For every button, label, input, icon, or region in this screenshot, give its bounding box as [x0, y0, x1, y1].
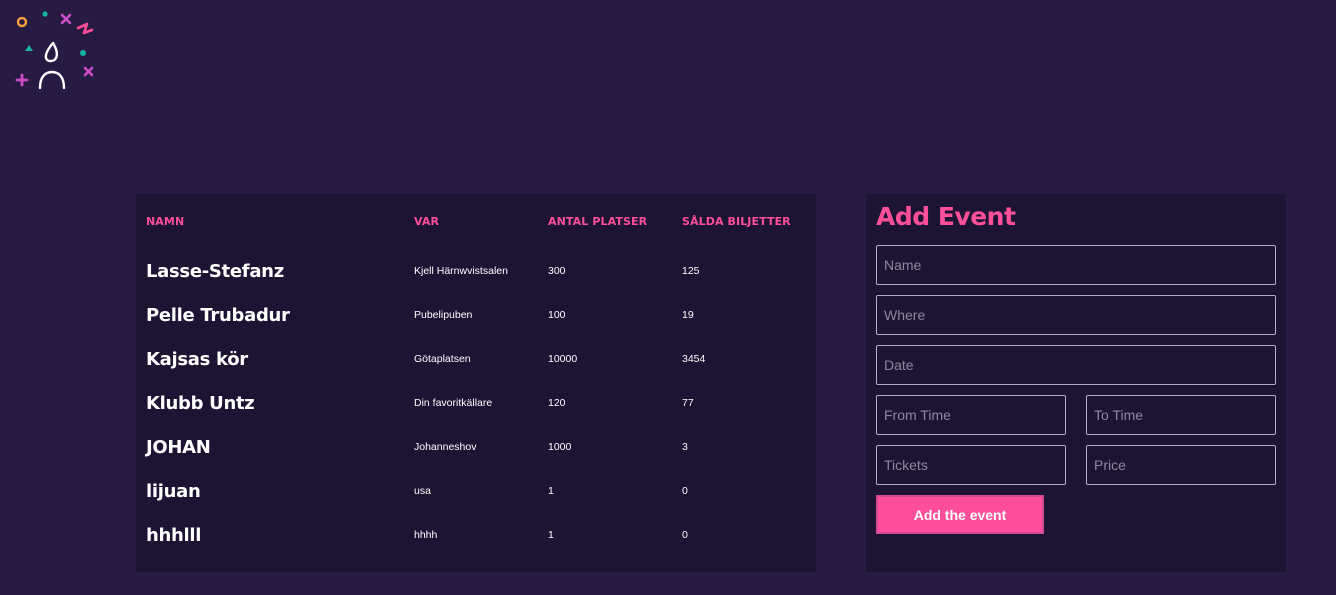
- event-seats: 100: [548, 309, 566, 321]
- table-row: Kajsas kör Götaplatsen 10000 3454: [146, 337, 806, 381]
- column-header-name: NAMN: [146, 215, 185, 228]
- event-where: Din favoritkällare: [414, 397, 493, 409]
- event-where: usa: [414, 485, 431, 497]
- event-sold: 0: [682, 529, 688, 541]
- event-sold: 3: [682, 441, 688, 453]
- event-where: Kjell Härnwvistsalen: [414, 265, 508, 277]
- event-where: Götaplatsen: [414, 353, 471, 365]
- event-seats: 300: [548, 265, 566, 277]
- to-time-input[interactable]: [1086, 395, 1276, 435]
- table-row: Klubb Untz Din favoritkällare 120 77: [146, 381, 806, 425]
- events-panel: NAMN VAR ANTAL PLATSER SÅLDA BILJETTER L…: [136, 194, 816, 572]
- events-table: NAMN VAR ANTAL PLATSER SÅLDA BILJETTER L…: [146, 194, 806, 557]
- from-time-input[interactable]: [876, 395, 1066, 435]
- where-input[interactable]: [876, 295, 1276, 335]
- event-name: hhhlll: [146, 524, 202, 546]
- event-name: Lasse-Stefanz: [146, 260, 284, 282]
- event-seats: 10000: [548, 353, 578, 365]
- column-header-seats: ANTAL PLATSER: [548, 215, 648, 228]
- event-seats: 1: [548, 485, 554, 497]
- tickets-input[interactable]: [876, 445, 1066, 485]
- table-row: hhhlll hhhh 1 0: [146, 513, 806, 557]
- event-seats: 1000: [548, 441, 572, 453]
- column-header-where: VAR: [414, 215, 440, 228]
- event-sold: 125: [682, 265, 700, 277]
- event-where: Pubelipuben: [414, 309, 473, 321]
- add-event-form: Add Event Add the event: [866, 194, 1286, 572]
- party-logo-icon: [15, 11, 94, 90]
- form-title: Add Event: [876, 202, 1016, 231]
- event-where: Johanneshov: [414, 441, 477, 453]
- event-name: Klubb Untz: [146, 392, 255, 414]
- event-where: hhhh: [414, 529, 438, 541]
- event-sold: 19: [682, 309, 694, 321]
- table-row: JOHAN Johanneshov 1000 3: [146, 425, 806, 469]
- event-sold: 77: [682, 397, 694, 409]
- add-event-button[interactable]: Add the event: [876, 495, 1044, 534]
- date-input[interactable]: [876, 345, 1276, 385]
- table-header-row: NAMN VAR ANTAL PLATSER SÅLDA BILJETTER: [146, 194, 806, 249]
- event-name: JOHAN: [146, 436, 211, 458]
- event-sold: 0: [682, 485, 688, 497]
- event-name: lijuan: [146, 480, 201, 502]
- column-header-sold: SÅLDA BILJETTER: [682, 215, 791, 228]
- table-row: Pelle Trubadur Pubelipuben 100 19: [146, 293, 806, 337]
- event-seats: 1: [548, 529, 554, 541]
- table-row: Lasse-Stefanz Kjell Härnwvistsalen 300 1…: [146, 249, 806, 293]
- table-row: lijuan usa 1 0: [146, 469, 806, 513]
- event-name: Kajsas kör: [146, 348, 248, 370]
- event-seats: 120: [548, 397, 566, 409]
- name-input[interactable]: [876, 245, 1276, 285]
- event-sold: 3454: [682, 353, 706, 365]
- price-input[interactable]: [1086, 445, 1276, 485]
- event-name: Pelle Trubadur: [146, 304, 290, 326]
